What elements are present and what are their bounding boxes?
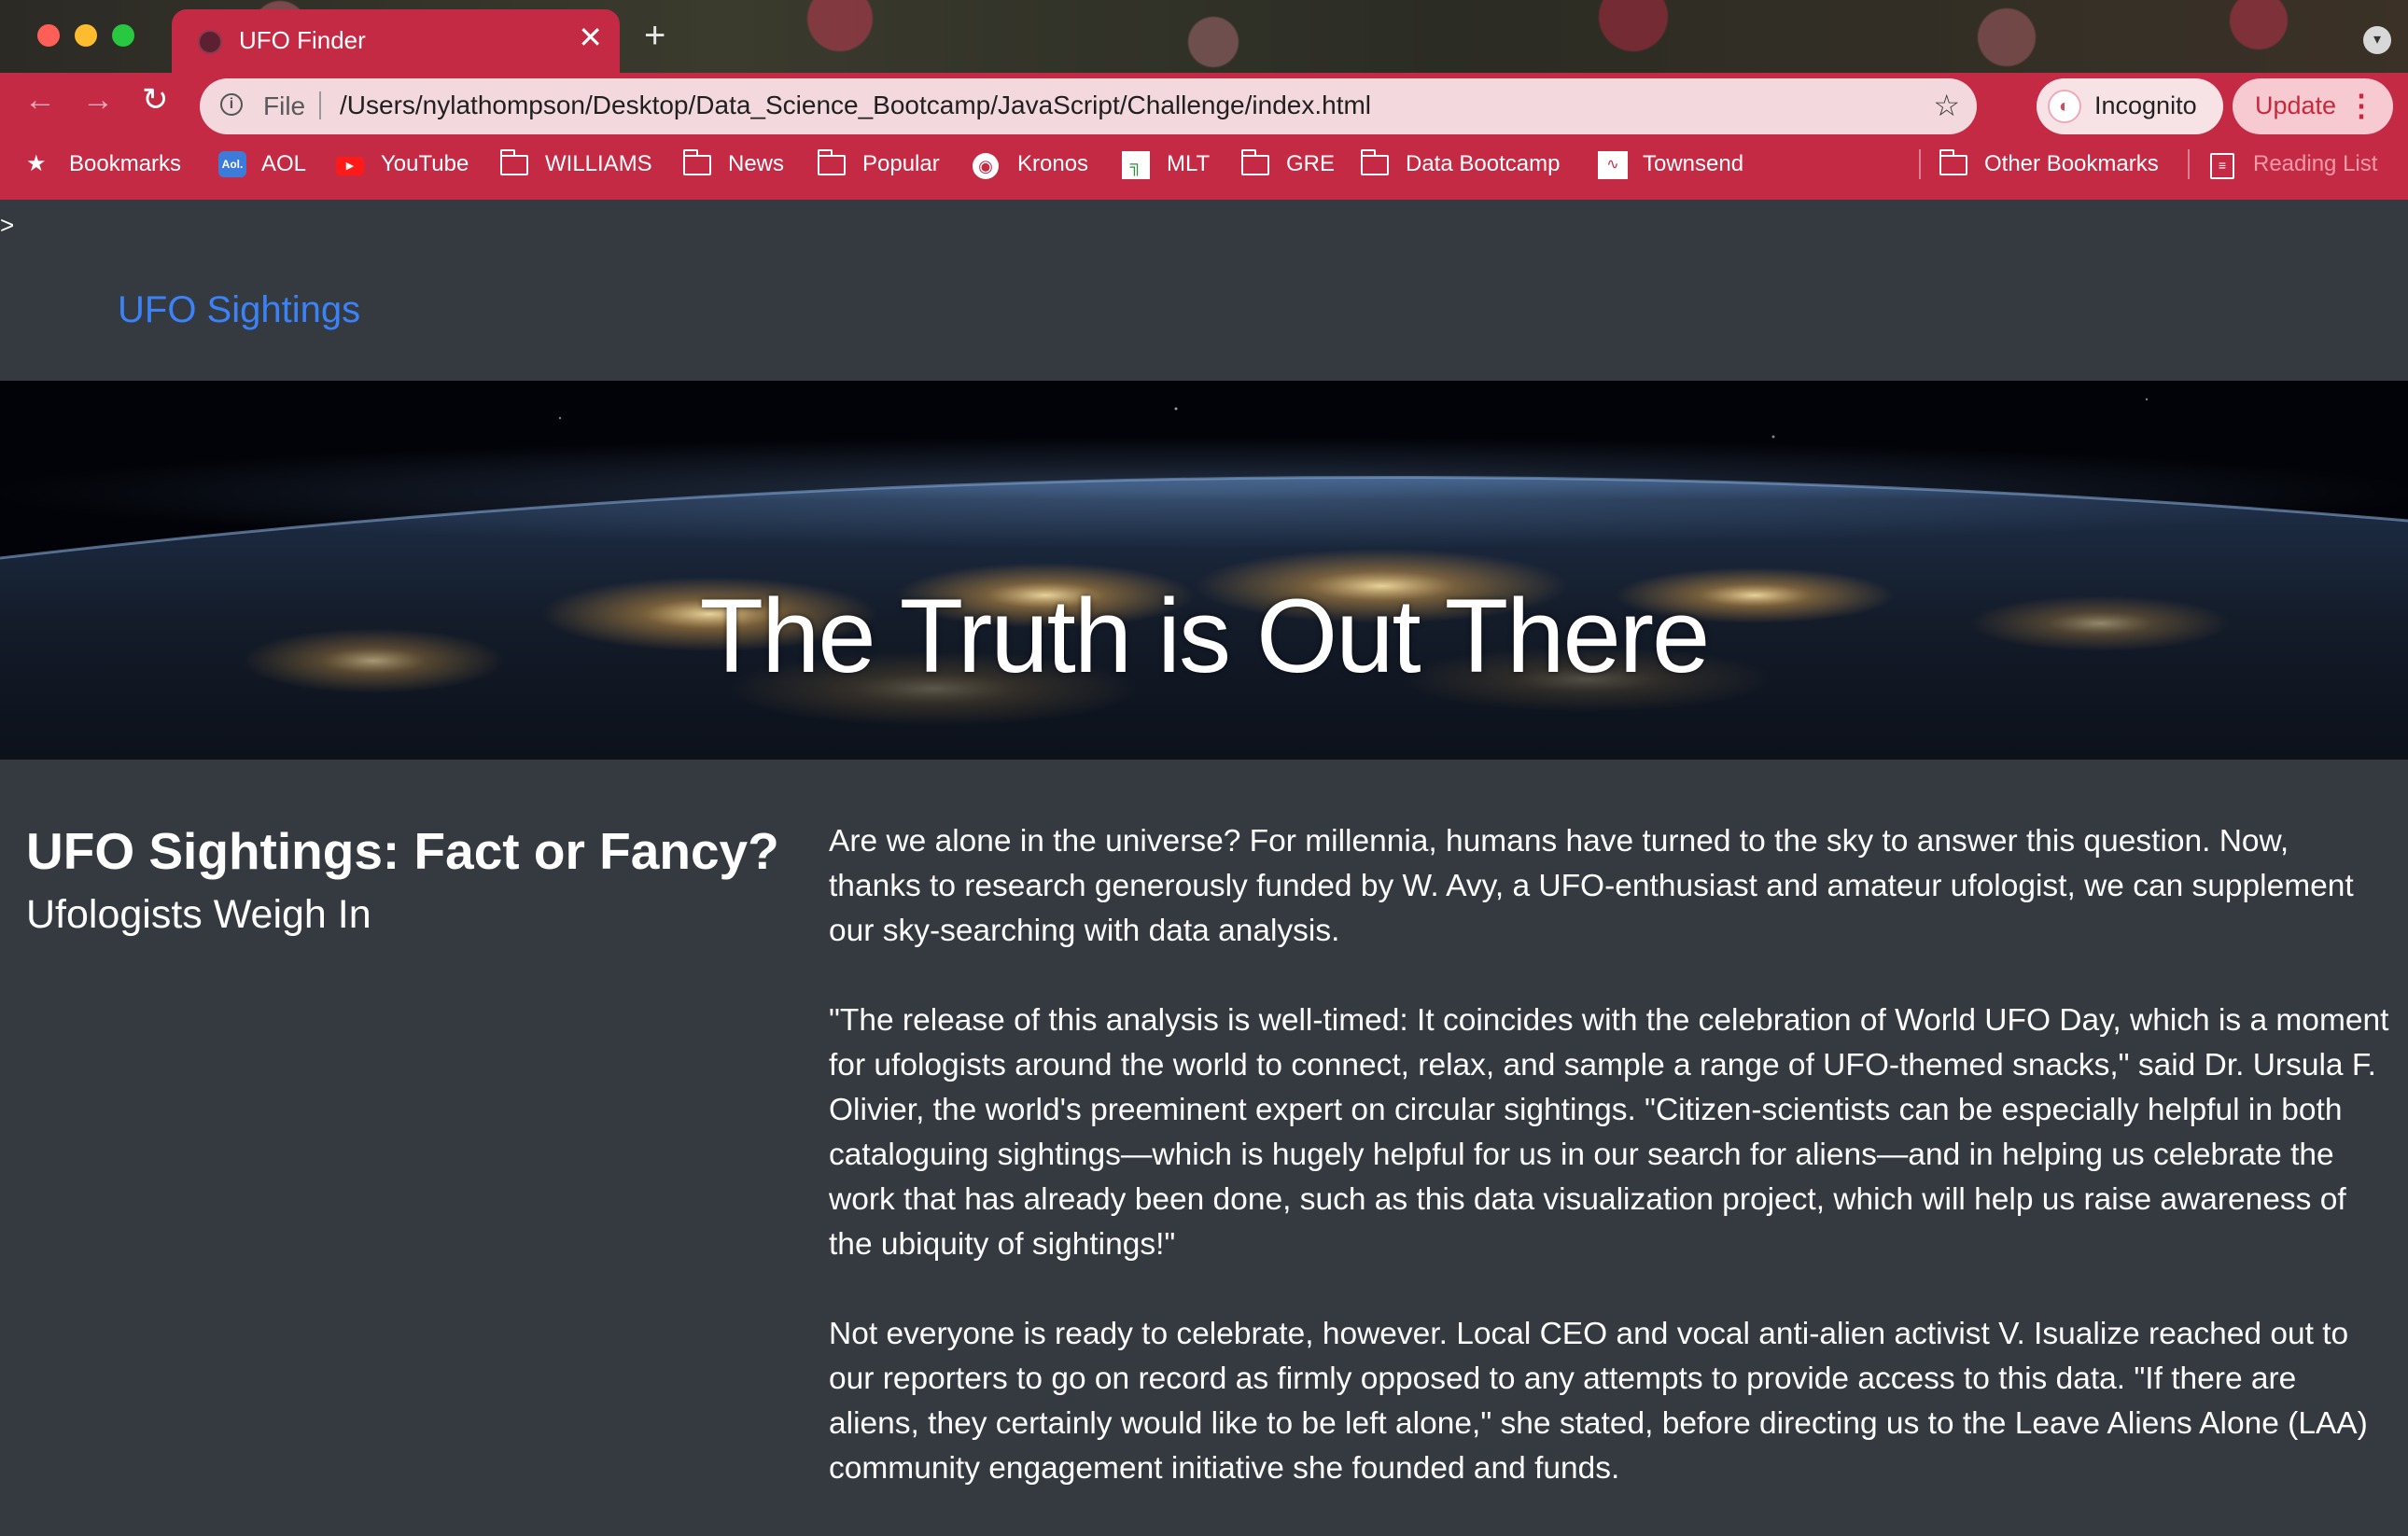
kebab-menu-icon[interactable]: ⋮	[2346, 88, 2376, 123]
bookmark-bookmarks[interactable]: Bookmarks	[69, 151, 181, 177]
update-label: Update	[2255, 91, 2337, 119]
folder-icon	[1241, 149, 1269, 175]
active-tab[interactable]: UFO Finder ✕	[172, 9, 620, 73]
profile-label: Incognito	[2094, 91, 2197, 119]
bookmark-youtube[interactable]: YouTube	[381, 151, 469, 177]
reading-list-icon: ≡	[2210, 153, 2234, 179]
bookmark-gre[interactable]: GRE	[1286, 151, 1335, 177]
bookmark-news[interactable]: News	[728, 151, 784, 177]
reload-button[interactable]: ↻	[142, 84, 169, 116]
close-window-button[interactable]	[37, 24, 60, 47]
folder-icon	[1939, 149, 1967, 175]
reading-list[interactable]: Reading List	[2253, 151, 2377, 177]
tab-title: UFO Finder	[239, 26, 366, 54]
new-tab-button[interactable]: +	[644, 17, 665, 54]
bookmarks-divider	[2188, 149, 2190, 179]
bookmark-star-icon[interactable]: ☆	[1933, 88, 1960, 123]
info-icon[interactable]: i	[220, 93, 243, 116]
aol-icon: Aol.	[218, 151, 246, 177]
minimize-window-button[interactable]	[75, 24, 97, 47]
navbar-brand-link[interactable]: UFO Sightings	[118, 289, 360, 331]
url-divider	[319, 91, 321, 119]
earth-at-night-image	[0, 381, 2408, 760]
youtube-icon: ▶	[336, 157, 364, 175]
folder-icon	[683, 149, 711, 175]
article-paragraph: Not everyone is ready to celebrate, howe…	[829, 1317, 2368, 1486]
bookmark-aol[interactable]: AOL	[261, 151, 306, 177]
tab-strip: UFO Finder ✕ + ▾	[0, 0, 2408, 73]
folder-icon	[500, 149, 528, 175]
update-button[interactable]: Update ⋮	[2233, 78, 2393, 134]
mlt-icon: ╗	[1122, 151, 1150, 179]
bookmark-williams[interactable]: WILLIAMS	[545, 151, 652, 177]
bookmark-townsend[interactable]: Townsend	[1643, 151, 1743, 177]
folder-icon	[818, 149, 846, 175]
browser-chrome: UFO Finder ✕ + ▾ ← → ↻ i File /Users/nyl…	[0, 0, 2408, 200]
bookmark-data-bootcamp[interactable]: Data Bootcamp	[1406, 151, 1560, 177]
tab-search-icon[interactable]: ▾	[2363, 26, 2391, 54]
forward-button[interactable]: →	[82, 84, 114, 116]
article-body: Are we alone in the universe? For millen…	[829, 819, 2389, 1536]
back-button[interactable]: ←	[24, 84, 56, 116]
address-bar[interactable]: i File /Users/nylathompson/Desktop/Data_…	[200, 78, 1977, 134]
maximize-window-button[interactable]	[112, 24, 134, 47]
star-icon: ★	[26, 151, 47, 176]
article-paragraph: "The release of this analysis is well-ti…	[829, 1003, 2389, 1262]
scheme-label: File	[263, 91, 306, 120]
hero-title: The Truth is Out There	[699, 578, 1711, 695]
close-tab-icon[interactable]: ✕	[578, 22, 603, 52]
stray-character: >	[0, 211, 15, 239]
page-heading: UFO Sightings: Fact or Fancy?	[26, 822, 779, 880]
bookmark-other[interactable]: Other Bookmarks	[1984, 151, 2159, 177]
folder-icon	[1361, 149, 1389, 175]
bookmarks-divider	[1919, 149, 1921, 179]
bookmark-kronos[interactable]: Kronos	[1017, 151, 1088, 177]
incognito-profile-button[interactable]: ◐ Incognito	[2037, 78, 2223, 134]
townsend-icon: ∿	[1598, 151, 1628, 179]
url-text[interactable]: /Users/nylathompson/Desktop/Data_Science…	[340, 91, 1371, 120]
globe-icon	[198, 30, 222, 54]
article-paragraph: Are we alone in the universe? For millen…	[829, 824, 2354, 948]
page-subheading: Ufologists Weigh In	[26, 892, 371, 937]
bookmark-mlt[interactable]: MLT	[1167, 151, 1210, 177]
incognito-icon: ◐	[2048, 90, 2081, 123]
bookmark-popular[interactable]: Popular	[862, 151, 940, 177]
hero-banner: The Truth is Out There	[0, 381, 2408, 760]
globe-icon: ◉	[973, 153, 999, 179]
